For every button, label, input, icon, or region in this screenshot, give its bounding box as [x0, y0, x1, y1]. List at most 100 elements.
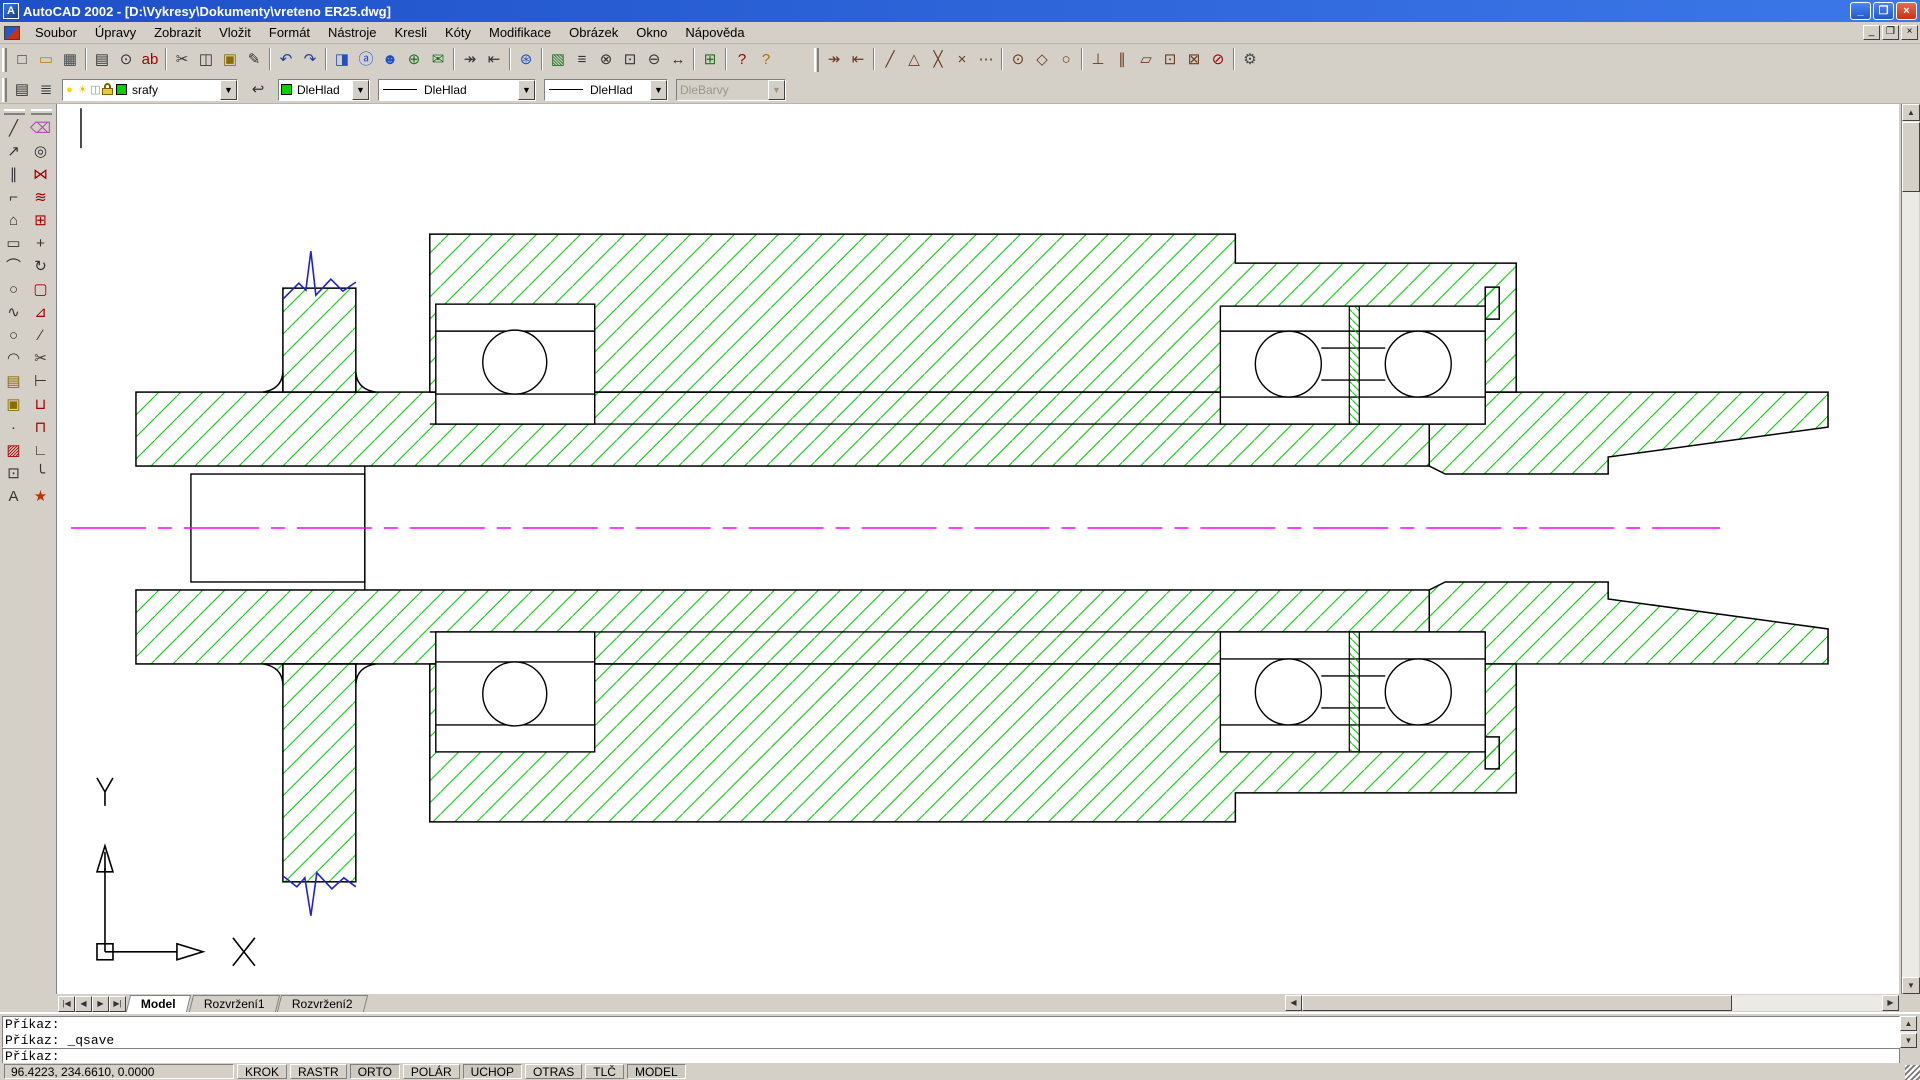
linetype-combo-arrow[interactable]: ▼	[518, 80, 535, 100]
snap-apparent-intersection-button[interactable]: ×	[950, 48, 974, 72]
snap-perpendicular-button[interactable]: ⊥	[1086, 48, 1110, 72]
open-button[interactable]: ▭	[34, 48, 58, 72]
new-button[interactable]: □	[10, 48, 34, 72]
undo-button[interactable]: ↶	[274, 48, 298, 72]
line-button[interactable]: ╱	[1, 117, 26, 140]
horizontal-scrollbar[interactable]: ◀ ▶	[1285, 995, 1899, 1011]
trim-button[interactable]: ✂	[28, 347, 53, 370]
status-toggle-button[interactable]: ORTO	[350, 1064, 400, 1079]
layer-combo-arrow[interactable]: ▼	[220, 80, 237, 100]
designcenter-button[interactable]: ▧	[546, 48, 570, 72]
status-toggle-button[interactable]: TLČ	[585, 1064, 624, 1079]
polyline-button[interactable]: ⌐	[1, 186, 26, 209]
rotate-button[interactable]: ↻	[28, 255, 53, 278]
fillet-button[interactable]: ╰	[28, 462, 53, 485]
snap-extension-button[interactable]: ⋯	[974, 48, 998, 72]
menu-item[interactable]: Obrázek	[560, 23, 627, 42]
color-combo[interactable]: DleHlad ▼	[278, 79, 370, 101]
snap-from-button[interactable]: ⇤	[482, 48, 506, 72]
chamfer-button[interactable]: ∟	[28, 439, 53, 462]
active-assistance-button[interactable]: ?	[754, 48, 778, 72]
scroll-up-button[interactable]: ▲	[1902, 104, 1920, 121]
doc-minimize-button[interactable]: _	[1863, 25, 1880, 40]
region-button[interactable]: ⊡	[1, 462, 26, 485]
mirror-button[interactable]: ⋈	[28, 163, 53, 186]
snap-from-button[interactable]: ⇤	[846, 48, 870, 72]
break-button[interactable]: ⊓	[28, 416, 53, 439]
scroll-down-button[interactable]: ▼	[1902, 977, 1920, 994]
layer-combo[interactable]: ● ☀ ◫ srafy ▼	[62, 79, 238, 101]
command-scroll-down-button[interactable]: ▼	[1900, 1033, 1917, 1048]
drawing-canvas[interactable]	[56, 104, 1899, 994]
zoom-previous-button[interactable]: ⊖	[642, 48, 666, 72]
help-button[interactable]: ?	[730, 48, 754, 72]
etransmit-button[interactable]: ✉	[426, 48, 450, 72]
make-block-button[interactable]: ▣	[1, 393, 26, 416]
offset-button[interactable]: ≋	[28, 186, 53, 209]
zoom-realtime-button[interactable]: ⊗	[594, 48, 618, 72]
scale-button[interactable]: ▢	[28, 278, 53, 301]
copy-object-button[interactable]: ◎	[28, 140, 53, 163]
tab-nav-button[interactable]: ▶|	[109, 996, 126, 1012]
rectangle-button[interactable]: ▭	[1, 232, 26, 255]
status-toggle-button[interactable]: KROK	[237, 1064, 287, 1079]
menu-item[interactable]: Nápověda	[676, 23, 753, 42]
command-scrollbar[interactable]: ▲ ▼	[1900, 1016, 1917, 1048]
linetype-combo[interactable]: DleHlad ▼	[378, 79, 536, 101]
osnap-settings-button[interactable]: ⚙	[1238, 48, 1262, 72]
multiline-button[interactable]: ∥	[1, 163, 26, 186]
dbconnect-button[interactable]: ⊞	[698, 48, 722, 72]
status-toggle-button[interactable]: OTRAS	[525, 1064, 582, 1079]
osnap-toolbar-drag-handle[interactable]	[814, 48, 819, 72]
status-toggle-button[interactable]: UCHOP	[463, 1064, 522, 1079]
properties-button[interactable]: ≡	[570, 48, 594, 72]
tab-nav-button[interactable]: |◀	[58, 996, 75, 1012]
redo-button[interactable]: ↷	[298, 48, 322, 72]
layout-tab[interactable]: Rozvržení1	[189, 995, 280, 1012]
menu-item[interactable]: Soubor	[26, 23, 86, 42]
cut-button[interactable]: ✂	[170, 48, 194, 72]
today-button[interactable]: ◨	[330, 48, 354, 72]
extend-button[interactable]: ⊢	[28, 370, 53, 393]
command-prompt[interactable]: Příkaz:	[2, 1048, 1900, 1064]
snap-quadrant-button[interactable]: ◇	[1030, 48, 1054, 72]
polygon-button[interactable]: ⌂	[1, 209, 26, 232]
layer-unlock-icon[interactable]	[102, 83, 114, 96]
scroll-left-button[interactable]: ◀	[1285, 995, 1302, 1011]
tab-nav-button[interactable]: ◀	[75, 996, 92, 1012]
menu-item[interactable]: Úpravy	[86, 23, 145, 42]
vertical-scrollbar[interactable]: ▲ ▼	[1901, 104, 1919, 994]
menu-item[interactable]: Modifikace	[480, 23, 560, 42]
explode-button[interactable]: ★	[28, 485, 53, 508]
tab-nav-button[interactable]: ▶	[92, 996, 109, 1012]
snap-insert-button[interactable]: ▱	[1134, 48, 1158, 72]
menu-item[interactable]: Kóty	[436, 23, 480, 42]
array-button[interactable]: ⊞	[28, 209, 53, 232]
toolbar-drag-handle[interactable]	[2, 48, 7, 72]
lengthen-button[interactable]: ∕	[28, 324, 53, 347]
publish-to-web-button[interactable]: ⊕	[402, 48, 426, 72]
doc-close-button[interactable]: ×	[1901, 25, 1918, 40]
match-properties-button[interactable]: ✎	[242, 48, 266, 72]
plot-button[interactable]: ▤	[90, 48, 114, 72]
point-a-button[interactable]: ⓐ	[354, 48, 378, 72]
layer-previous-button[interactable]: ↩	[246, 78, 270, 102]
minimize-button[interactable]: _	[1850, 2, 1871, 20]
lineweight-combo-arrow[interactable]: ▼	[650, 80, 667, 100]
spline-button[interactable]: ∿	[1, 301, 26, 324]
resize-grip[interactable]	[1905, 1065, 1920, 1080]
snap-nearest-button[interactable]: ⊠	[1182, 48, 1206, 72]
layer-thaw-sun-icon[interactable]: ☀	[76, 83, 89, 96]
snap-node-button[interactable]: ⊡	[1158, 48, 1182, 72]
save-button[interactable]: ▦	[58, 48, 82, 72]
layout-tab[interactable]: Model	[126, 995, 191, 1012]
snap-midpoint-button[interactable]: △	[902, 48, 926, 72]
insert-hyperlink-button[interactable]: ⊛	[514, 48, 538, 72]
copy-button[interactable]: ◫	[194, 48, 218, 72]
insert-block-button[interactable]: ▤	[1, 370, 26, 393]
make-layer-current-button[interactable]: ▤	[10, 78, 34, 102]
snap-endpoint-button[interactable]: ╱	[878, 48, 902, 72]
horizontal-scroll-thumb[interactable]	[1302, 995, 1732, 1011]
hatch-button[interactable]: ▨	[1, 439, 26, 462]
menu-item[interactable]: Nástroje	[319, 23, 385, 42]
